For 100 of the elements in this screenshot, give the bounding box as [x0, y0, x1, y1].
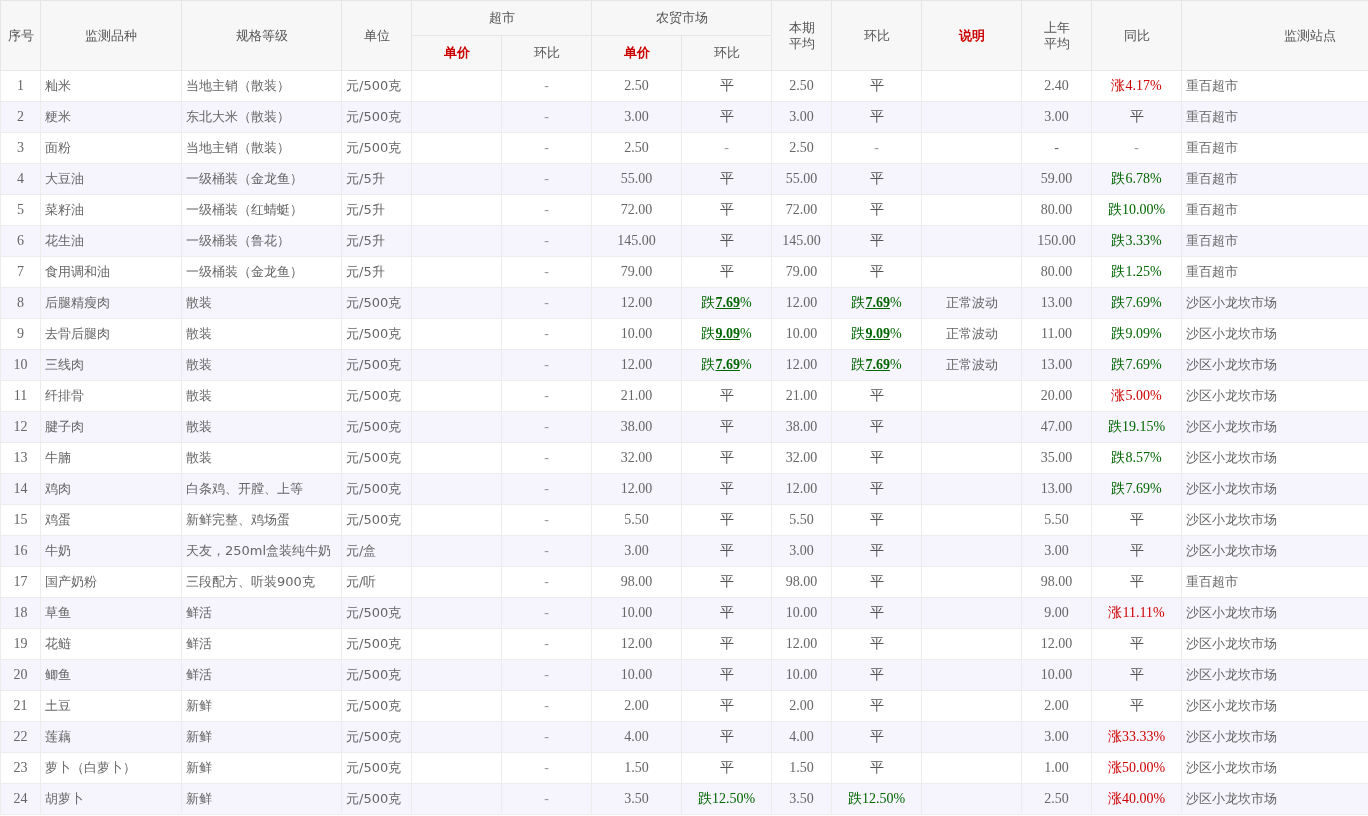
column-header: 环比 [831, 0, 922, 71]
row-number: 8 [0, 287, 41, 319]
table-cell: 2.50 [591, 132, 682, 164]
row-number: 2 [0, 101, 41, 133]
change-cell: 平 [831, 101, 922, 133]
table-cell: 4.00 [771, 721, 832, 753]
table-cell: 一级桶装（鲁花） [181, 225, 342, 257]
table-cell: 东北大米（散装） [181, 101, 342, 133]
table-cell: 元/500克 [341, 721, 412, 753]
table-cell: 食用调和油 [40, 256, 182, 288]
table-cell: 牛奶 [40, 535, 182, 567]
change-cell: - [681, 132, 772, 164]
change-cell: 涨33.33% [1091, 721, 1182, 753]
change-cell: 平 [681, 473, 772, 505]
change-cell: - [501, 690, 592, 722]
table-cell: 元/500克 [341, 690, 412, 722]
table-cell: 12.00 [591, 349, 682, 381]
change-cell: 平 [1091, 504, 1182, 536]
table-cell: 元/500克 [341, 597, 412, 629]
table-cell: 150.00 [1021, 225, 1092, 257]
table-cell: 花鲢 [40, 628, 182, 660]
table-cell: 正常波动 [921, 318, 1022, 350]
row-number: 18 [0, 597, 41, 629]
change-cell: 涨11.11% [1091, 597, 1182, 629]
row-number: 19 [0, 628, 41, 660]
change-cell: - [501, 783, 592, 815]
change-cell: 跌6.78% [1091, 163, 1182, 195]
change-cell: 平 [681, 194, 772, 226]
table-cell: 145.00 [771, 225, 832, 257]
table-cell: 13.00 [1021, 473, 1092, 505]
table-cell: 面粉 [40, 132, 182, 164]
table-cell: 1.50 [771, 752, 832, 784]
table-cell: 13.00 [1021, 349, 1092, 381]
table-cell: 新鲜 [181, 752, 342, 784]
table-cell: 元/500克 [341, 504, 412, 536]
table-cell: 55.00 [771, 163, 832, 195]
table-cell: 元/500克 [341, 101, 412, 133]
table-cell: 12.00 [591, 287, 682, 319]
table-cell: 当地主销（散装） [181, 132, 342, 164]
table-cell: 元/5升 [341, 194, 412, 226]
table-cell: 10.00 [591, 597, 682, 629]
table-cell: 55.00 [591, 163, 682, 195]
table-cell: 12.00 [591, 473, 682, 505]
table-cell: 花生油 [40, 225, 182, 257]
table-cell: 元/500克 [341, 70, 412, 102]
table-cell: 98.00 [771, 566, 832, 598]
change-cell: 平 [681, 690, 772, 722]
change-cell: - [501, 473, 592, 505]
change-cell: - [501, 194, 592, 226]
table-cell: 5.50 [591, 504, 682, 536]
table-cell: 三段配方、听装900克 [181, 566, 342, 598]
table-cell: 鲫鱼 [40, 659, 182, 691]
table-cell: 3.00 [771, 535, 832, 567]
table-cell: 去骨后腿肉 [40, 318, 182, 350]
table-cell: 32.00 [591, 442, 682, 474]
column-header: 环比 [501, 35, 592, 71]
change-cell: - [501, 504, 592, 536]
row-number: 14 [0, 473, 41, 505]
row-number: 9 [0, 318, 41, 350]
change-cell: 跌8.57% [1091, 442, 1182, 474]
change-cell: - [501, 752, 592, 784]
table-cell: 萝卜（白萝卜） [40, 752, 182, 784]
table-cell: 草鱼 [40, 597, 182, 629]
table-cell: 散装 [181, 442, 342, 474]
change-cell: - [831, 132, 922, 164]
change-cell: 平 [831, 225, 922, 257]
table-cell: 72.00 [591, 194, 682, 226]
table-cell: 72.00 [771, 194, 832, 226]
table-cell: 10.00 [1021, 659, 1092, 691]
table-cell: 散装 [181, 411, 342, 443]
table-cell: 12.00 [591, 628, 682, 660]
table-cell: 元/500克 [341, 752, 412, 784]
change-cell: - [501, 380, 592, 412]
table-cell: 元/500克 [341, 411, 412, 443]
table-cell: 80.00 [1021, 194, 1092, 226]
table-cell: 98.00 [591, 566, 682, 598]
table-cell: 1.00 [1021, 752, 1092, 784]
change-cell: 跌7.69% [1091, 287, 1182, 319]
table-cell: 元/听 [341, 566, 412, 598]
change-cell: - [501, 535, 592, 567]
table-cell: 38.00 [771, 411, 832, 443]
row-number: 6 [0, 225, 41, 257]
table-cell: 3.50 [771, 783, 832, 815]
row-number: 21 [0, 690, 41, 722]
row-number: 15 [0, 504, 41, 536]
table-cell: 散装 [181, 287, 342, 319]
row-number: 13 [0, 442, 41, 474]
change-cell: 跌3.33% [1091, 225, 1182, 257]
change-cell: 平 [681, 504, 772, 536]
table-cell: 当地主销（散装） [181, 70, 342, 102]
change-cell: 平 [831, 752, 922, 784]
table-cell: 菜籽油 [40, 194, 182, 226]
table-cell: 鸡蛋 [40, 504, 182, 536]
table-cell: 3.00 [591, 535, 682, 567]
table-cell: 正常波动 [921, 349, 1022, 381]
table-cell: 1.50 [591, 752, 682, 784]
change-cell: 平 [831, 194, 922, 226]
table-cell: 籼米 [40, 70, 182, 102]
change-cell: 平 [1091, 101, 1182, 133]
change-cell: 平 [831, 566, 922, 598]
